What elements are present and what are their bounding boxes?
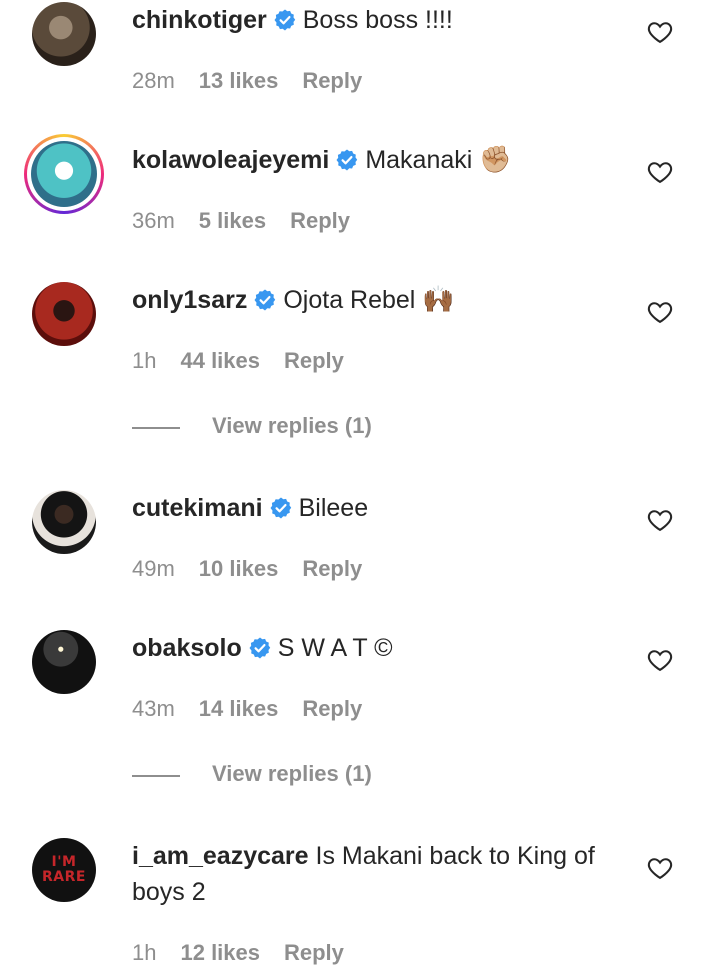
comment-text: Makanaki [365, 146, 473, 174]
comment-text: Boss boss !!!! [302, 6, 453, 34]
heart-outline-icon[interactable] [646, 646, 674, 674]
comment-time: 43m [132, 696, 175, 721]
avatar[interactable] [32, 490, 96, 554]
heart-outline-icon[interactable] [646, 158, 674, 186]
avatar[interactable] [32, 282, 96, 346]
reply-button[interactable]: Reply [302, 556, 362, 582]
username-link[interactable]: chinkotiger [132, 6, 267, 34]
avatar[interactable]: I'M RARE [32, 838, 96, 902]
verified-badge-icon [253, 288, 277, 312]
divider-dash [132, 775, 180, 777]
username-link[interactable]: i_am_eazycare [132, 842, 309, 870]
raised-hands-emoji: 🙌🏾 [422, 285, 455, 315]
reply-button[interactable]: Reply [290, 208, 350, 234]
avatar-text-line: I'M [51, 854, 77, 870]
likes-count[interactable]: 5 likes [199, 208, 266, 234]
likes-count[interactable]: 14 likes [199, 696, 279, 722]
username-link[interactable]: only1sarz [132, 286, 247, 314]
comment-line: kolawoleajeyemi Makanaki ✊🏼 [132, 142, 512, 178]
username-link[interactable]: obaksolo [132, 634, 242, 662]
comment-time: 1h [132, 348, 157, 373]
comment-meta: 1h 12 likes Reply [132, 940, 344, 966]
comment-meta: 28m 13 likes Reply [132, 68, 362, 94]
comment-meta: 1h 44 likes Reply [132, 348, 344, 374]
comment-meta: 36m 5 likes Reply [132, 208, 350, 234]
avatar[interactable] [32, 630, 96, 694]
avatar-text-line: RARE [42, 869, 86, 885]
likes-count[interactable]: 12 likes [180, 940, 260, 966]
view-replies-button[interactable]: View replies (1) [132, 761, 532, 791]
view-replies-label: View replies (1) [212, 761, 372, 786]
avatar[interactable] [32, 2, 96, 66]
username-link[interactable]: cutekimani [132, 494, 263, 522]
comment-line: only1sarz Ojota Rebel 🙌🏾 [132, 282, 455, 318]
likes-count[interactable]: 44 likes [180, 348, 260, 374]
verified-badge-icon [269, 496, 293, 520]
username-link[interactable]: kolawoleajeyemi [132, 146, 329, 174]
comment-time: 1h [132, 940, 157, 965]
comment-time: 28m [132, 68, 175, 93]
comment-text: Ojota Rebel [283, 286, 416, 314]
heart-outline-icon[interactable] [646, 854, 674, 882]
comment-line: chinkotiger Boss boss !!!! [132, 2, 453, 38]
likes-count[interactable]: 13 likes [199, 68, 279, 94]
heart-outline-icon[interactable] [646, 298, 674, 326]
comment-text: Bileee [298, 494, 369, 522]
comment-text: S W A T © [277, 634, 393, 662]
comment-time: 49m [132, 556, 175, 581]
comment-line: i_am_eazycare Is Makani back to King of … [132, 838, 622, 910]
likes-count[interactable]: 10 likes [199, 556, 279, 582]
raised-fist-emoji: ✊🏼 [479, 145, 512, 175]
reply-button[interactable]: Reply [302, 696, 362, 722]
comment-line: obaksolo S W A T © [132, 630, 393, 666]
comment-meta: 43m 14 likes Reply [132, 696, 362, 722]
divider-dash [132, 427, 180, 429]
story-ring-avatar [31, 141, 97, 207]
view-replies-button[interactable]: View replies (1) [132, 413, 532, 443]
comment-line: cutekimani Bileee [132, 490, 368, 526]
heart-outline-icon[interactable] [646, 18, 674, 46]
view-replies-label: View replies (1) [212, 413, 372, 438]
heart-outline-icon[interactable] [646, 506, 674, 534]
avatar[interactable] [24, 134, 104, 214]
verified-badge-icon [273, 8, 297, 32]
reply-button[interactable]: Reply [284, 940, 344, 966]
verified-badge-icon [335, 148, 359, 172]
verified-badge-icon [248, 636, 272, 660]
reply-button[interactable]: Reply [284, 348, 344, 374]
reply-button[interactable]: Reply [302, 68, 362, 94]
comment-time: 36m [132, 208, 175, 233]
comment-meta: 49m 10 likes Reply [132, 556, 362, 582]
